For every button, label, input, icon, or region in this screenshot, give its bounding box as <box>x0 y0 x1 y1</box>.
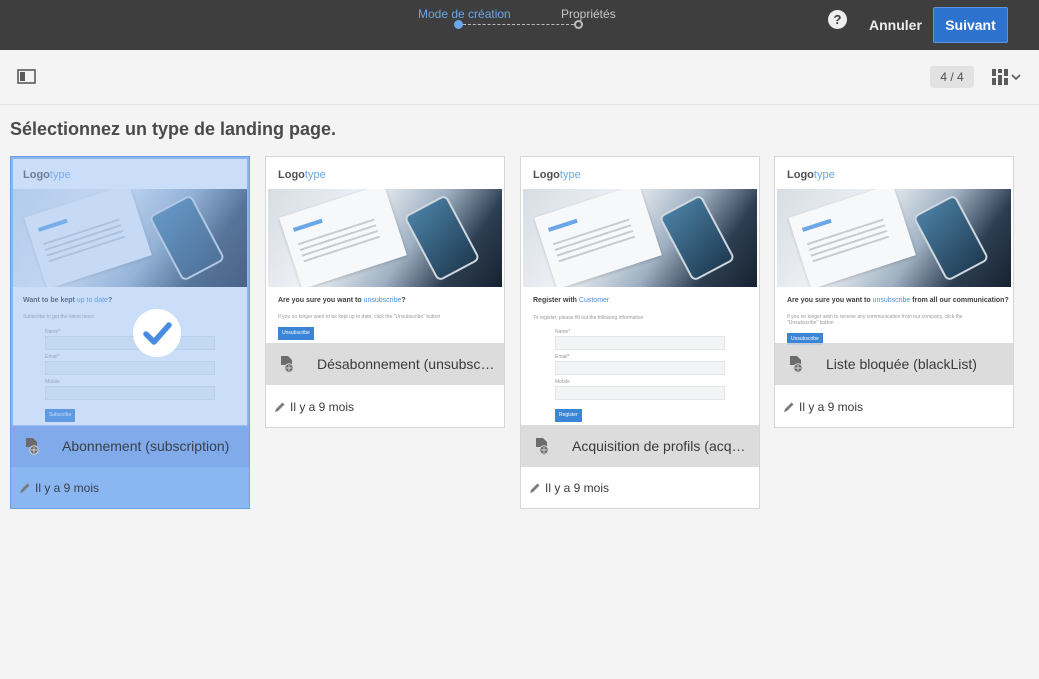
help-icon[interactable]: ? <box>828 10 847 29</box>
thumbnail-field-label: Mobile <box>555 379 570 385</box>
thumbnail-logo: Logotype <box>787 169 835 181</box>
thumbnail-field <box>45 361 215 375</box>
landing-page-icon <box>281 356 294 373</box>
sidebar-toggle-icon[interactable] <box>17 69 36 84</box>
landing-page-card-blacklist[interactable]: Logotype Are you sure you want to unsubs… <box>774 156 1014 428</box>
card-thumbnail: Logotype Register with Customer To regis… <box>523 159 757 426</box>
item-counter: 4 / 4 <box>930 66 974 88</box>
thumbnail-field-label: Name* <box>555 329 571 335</box>
thumbnail-field <box>555 386 725 400</box>
card-thumbnail: Logotype Want to be kept up to date? Sub… <box>13 159 247 426</box>
next-button[interactable]: Suivant <box>933 7 1008 43</box>
card-thumbnail: Logotype Are you sure you want to unsubs… <box>777 159 1011 345</box>
page-title: Sélectionnez un type de landing page. <box>10 119 337 139</box>
pencil-icon <box>784 402 794 412</box>
step-connector <box>463 24 574 25</box>
toolbar: 4 / 4 <box>0 50 1039 105</box>
thumbnail-hero-image <box>523 189 757 287</box>
thumbnail-hero-image <box>777 189 1011 287</box>
thumbnail-field-label: Email* <box>45 354 60 360</box>
thumbnail-button: Register <box>555 409 582 422</box>
landing-page-card-unsubscription[interactable]: Logotype Are you sure you want to unsubs… <box>265 156 505 428</box>
thumbnail-field <box>555 336 725 350</box>
landing-page-card-acquisition[interactable]: Logotype Register with Customer To regis… <box>520 156 760 509</box>
thumbnail-logo: Logotype <box>278 169 326 181</box>
thumbnail-heading: Are you sure you want to unsubscribe? <box>278 297 406 304</box>
cancel-button[interactable]: Annuler <box>862 8 929 42</box>
step-properties[interactable]: Propriétés <box>561 7 616 21</box>
modified-time: Il y a 9 mois <box>35 481 100 495</box>
pencil-icon <box>20 483 30 493</box>
wizard-header: Mode de création Propriétés ? Annuler Su… <box>0 0 1039 50</box>
thumbnail-field <box>45 336 215 350</box>
card-modified: Il y a 9 mois <box>529 481 609 495</box>
thumbnail-logo: Logotype <box>533 169 581 181</box>
thumbnail-button: Unsubscribe <box>278 327 314 340</box>
card-label-band: Liste bloquée (blackList) <box>775 343 1013 385</box>
thumbnail-logo: Logotype <box>23 169 71 181</box>
card-modified: Il y a 9 mois <box>19 481 99 495</box>
thumbnail-field-label: Email* <box>555 354 570 360</box>
thumbnail-hero-image <box>13 189 247 287</box>
card-title: Désabonnement (unsubscription) <box>317 356 497 372</box>
card-modified: Il y a 9 mois <box>783 400 863 414</box>
card-label-band: Abonnement (subscription) <box>11 425 249 467</box>
pencil-icon <box>275 402 285 412</box>
thumbnail-field <box>555 361 725 375</box>
card-title: Acquisition de profils (acquisition) <box>572 438 752 454</box>
selected-check-icon <box>133 309 181 357</box>
modified-time: Il y a 9 mois <box>545 481 610 495</box>
landing-page-icon <box>790 356 803 373</box>
landing-page-card-subscription[interactable]: Logotype Want to be kept up to date? Sub… <box>10 156 250 509</box>
thumbnail-subtext: Subscribe to get the latest news <box>23 314 94 320</box>
thumbnail-field-label: Name* <box>45 329 61 335</box>
pencil-icon <box>530 483 540 493</box>
card-title: Liste bloquée (blackList) <box>826 356 977 372</box>
thumbnail-heading: Register with Customer <box>533 297 610 304</box>
modified-time: Il y a 9 mois <box>799 400 864 414</box>
landing-page-icon <box>536 438 549 455</box>
thumbnail-subtext: If you no longer want to be kept up to d… <box>278 314 441 320</box>
thumbnail-heading: Want to be kept up to date? <box>23 297 113 304</box>
thumbnail-field-label: Mobile <box>45 379 60 385</box>
grid-view-icon[interactable] <box>991 68 1023 86</box>
thumbnail-hero-image <box>268 189 502 287</box>
card-label-band: Désabonnement (unsubscription) <box>266 343 504 385</box>
card-modified: Il y a 9 mois <box>274 400 354 414</box>
thumbnail-subtext: If you no longer wish to receive any com… <box>787 314 963 326</box>
card-title: Abonnement (subscription) <box>62 438 230 454</box>
step-indicator-active <box>454 20 463 29</box>
modified-time: Il y a 9 mois <box>290 400 355 414</box>
thumbnail-field <box>45 386 215 400</box>
thumbnail-subtext: To register, please fill out the followi… <box>533 315 644 321</box>
card-thumbnail: Logotype Are you sure you want to unsubs… <box>268 159 502 345</box>
thumbnail-button: Subscribe <box>45 409 76 422</box>
landing-page-icon <box>26 438 39 455</box>
step-indicator-inactive <box>574 20 583 29</box>
card-label-band: Acquisition de profils (acquisition) <box>521 425 759 467</box>
thumbnail-heading: Are you sure you want to unsubscribe fro… <box>787 297 1009 304</box>
step-creation-mode[interactable]: Mode de création <box>418 7 511 21</box>
